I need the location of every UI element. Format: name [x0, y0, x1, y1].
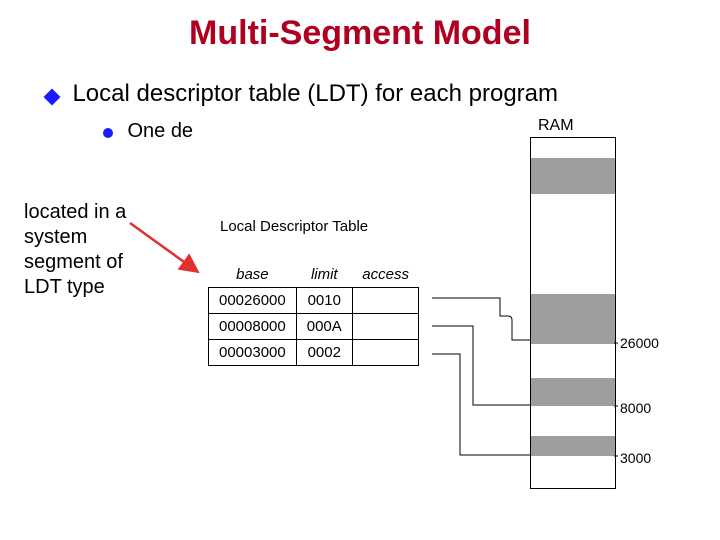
annotation-text: located in a system segment of LDT type — [24, 200, 126, 300]
cell-base: 00026000 — [209, 288, 297, 314]
cell-limit: 0002 — [296, 340, 352, 366]
th-access: access — [352, 262, 419, 288]
ram-tick-label: 8000 — [620, 400, 651, 416]
table-row: 00026000 0010 — [209, 288, 419, 314]
table-header-row: base limit access — [209, 262, 419, 288]
ram-segment — [531, 158, 615, 194]
cell-limit: 000A — [296, 314, 352, 340]
slide: Multi-Segment Model Local descriptor tab… — [0, 0, 720, 540]
ram-column — [530, 137, 616, 489]
cell-base: 00008000 — [209, 314, 297, 340]
slide-title: Multi-Segment Model — [0, 14, 720, 53]
cell-limit: 0010 — [296, 288, 352, 314]
cell-base: 00003000 — [209, 340, 297, 366]
ram-segment — [531, 378, 615, 406]
ram-segment — [531, 294, 615, 344]
ldt-table: base limit access 00026000 0010 00008000… — [208, 262, 419, 366]
table-row: 00008000 000A — [209, 314, 419, 340]
ram-tick-label: 26000 — [620, 335, 659, 351]
cell-access — [352, 314, 419, 340]
dot-icon — [103, 128, 113, 138]
bullet-sub: One de — [103, 120, 193, 143]
diamond-icon — [44, 88, 61, 105]
table-row: 00003000 0002 — [209, 340, 419, 366]
cell-access — [352, 340, 419, 366]
annotation-text-inner: located in a system segment of LDT type — [24, 201, 126, 298]
ram-segment — [531, 436, 615, 456]
ram-label: RAM — [538, 117, 574, 135]
bullet-main: Local descriptor table (LDT) for each pr… — [46, 80, 558, 108]
th-base: base — [209, 262, 297, 288]
bullet-main-text: Local descriptor table (LDT) for each pr… — [72, 80, 558, 107]
ram-tick-label: 3000 — [620, 450, 651, 466]
th-limit: limit — [296, 262, 352, 288]
bullet-sub-text: One de — [127, 120, 193, 142]
table-caption: Local Descriptor Table — [220, 218, 368, 235]
cell-access — [352, 288, 419, 314]
arrow-icon — [130, 223, 198, 272]
